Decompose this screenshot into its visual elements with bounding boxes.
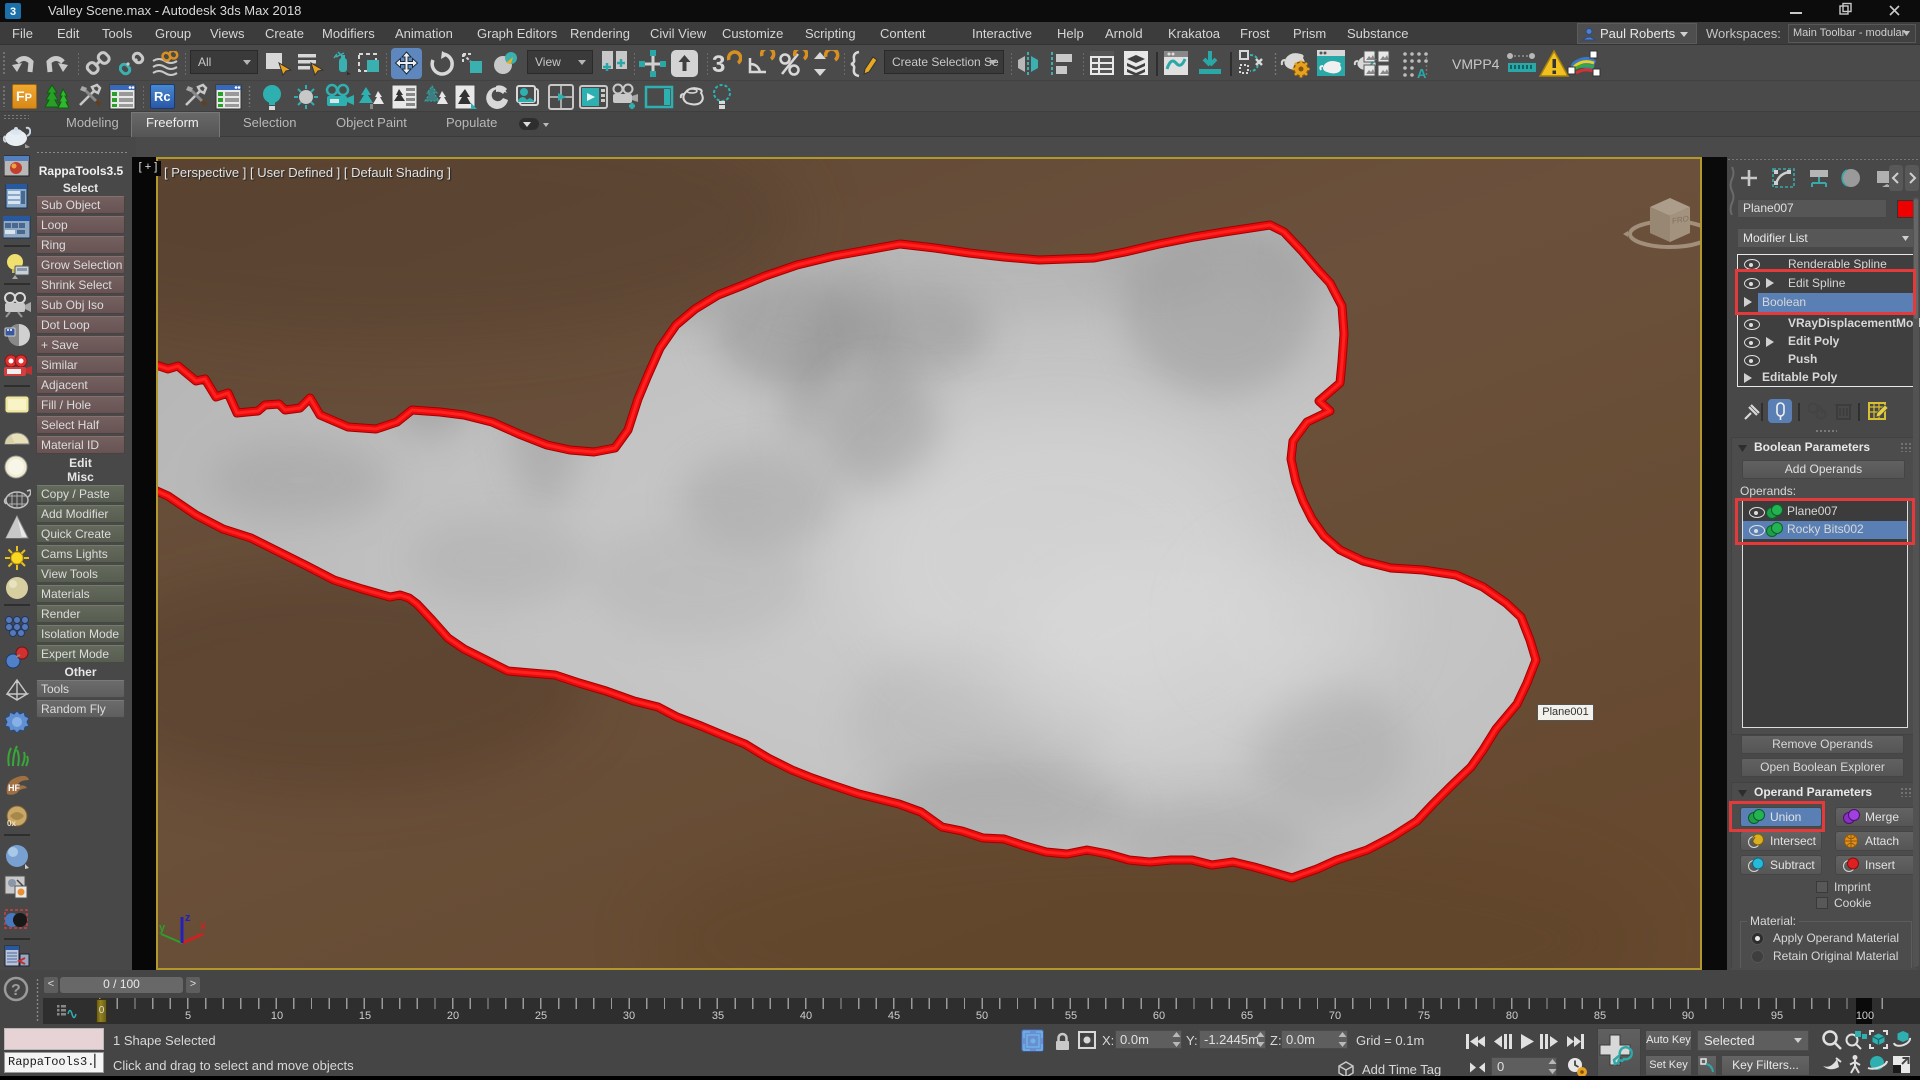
svg-text:x: x	[200, 920, 207, 932]
svg-text:3: 3	[10, 6, 16, 18]
svg-text:y: y	[159, 922, 166, 934]
svg-text:3: 3	[712, 51, 725, 78]
svg-text:A: A	[1417, 66, 1427, 79]
svg-text:HF: HF	[8, 783, 20, 793]
svg-text:0x: 0x	[7, 819, 16, 828]
svg-text:z: z	[185, 912, 191, 924]
svg-text:?: ?	[11, 982, 21, 999]
